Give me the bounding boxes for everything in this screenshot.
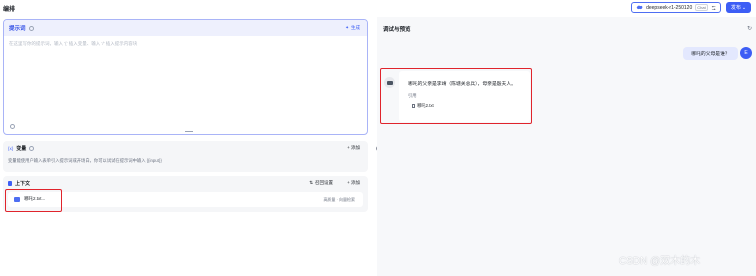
model-tag: Chat — [695, 4, 708, 11]
variables-description: 变量能使用户输入表单引入提示词或开场白，你可以试试在提示词中输入 {{input… — [8, 158, 162, 163]
debug-preview-panel: 调试与预览 ↻ 哪吒的父母是谁？ E 哪吒的父亲是李靖（陈塘关总兵），母亲是殷夫… — [377, 17, 756, 276]
sparkle-icon: ✦ — [345, 25, 349, 30]
add-variable-button[interactable]: + 添加 — [347, 145, 360, 151]
info-icon[interactable] — [29, 146, 35, 151]
add-context-button[interactable]: + 添加 — [347, 180, 360, 186]
generate-button[interactable]: ✦ 生成 — [345, 25, 360, 31]
variable-icon: {x} — [8, 146, 14, 151]
model-selector[interactable]: deepseek-r1-250120 Chat — [631, 2, 721, 13]
model-name: deepseek-r1-250120 — [646, 4, 693, 11]
refresh-icon[interactable]: ↻ — [747, 25, 752, 32]
document-icon — [8, 181, 12, 186]
deepseek-logo-icon — [636, 5, 643, 10]
watermark: CSDN @双木的木 — [619, 256, 701, 267]
prompt-header: 提示词 ✦ 生成 — [4, 20, 367, 36]
preview-title: 调试与预览 — [383, 27, 411, 33]
chevron-down-icon: ⌄ — [741, 4, 747, 11]
publish-label: 发布 — [730, 5, 741, 11]
settings-icon: ⇅ — [309, 180, 313, 185]
publish-button[interactable]: 发布 ⌄ — [726, 2, 751, 13]
tune-icon[interactable] — [711, 5, 716, 11]
variables-label: 变量 — [16, 146, 27, 152]
user-message: 哪吒的父母是谁？ — [683, 47, 738, 60]
prompt-tool-icon[interactable] — [10, 124, 15, 129]
retrieval-settings-label: 召回设置 — [315, 180, 333, 185]
resize-handle[interactable] — [185, 131, 193, 132]
context-label: 上下文 — [15, 181, 31, 187]
highlight-box — [380, 68, 532, 124]
page-title: 编排 — [3, 6, 16, 13]
variables-card: {x} 变量 + 添加 变量能使用户输入表单引入提示词或开场白，你可以试试在提示… — [3, 141, 368, 172]
add-variable-label: 添加 — [351, 145, 360, 150]
dataset-meta: 高质量 · 向量检索 — [323, 197, 355, 202]
info-icon[interactable] — [28, 25, 34, 31]
prompt-label: 提示词 — [9, 26, 26, 32]
retrieval-settings-button[interactable]: ⇅ 召回设置 — [309, 180, 333, 186]
prompt-placeholder[interactable]: 在这里写你的提示词，输入 '{' 插入变量、输入 '/' 插入提示内容块 — [9, 41, 137, 47]
highlight-box — [5, 189, 62, 212]
add-context-label: 添加 — [351, 180, 360, 185]
generate-label: 生成 — [351, 25, 360, 30]
avatar: E — [740, 47, 752, 59]
prompt-editor-card[interactable]: 提示词 ✦ 生成 在这里写你的提示词，输入 '{' 插入变量、输入 '/' 插入… — [3, 19, 368, 135]
